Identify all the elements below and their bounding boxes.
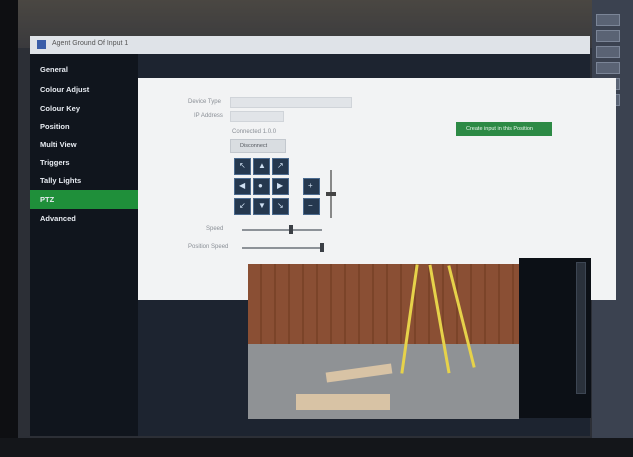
create-input-label: Create input in this Position — [466, 126, 533, 132]
panel-button[interactable] — [596, 30, 620, 42]
arrow-up-right-icon: ↗ — [277, 161, 284, 170]
arrow-down-left-icon: ↙ — [239, 201, 246, 210]
zoom-out-icon: − — [308, 201, 313, 210]
sidebar-item-label: Position — [40, 122, 70, 131]
create-input-button[interactable]: Create input in this Position — [456, 122, 552, 136]
zoom-out-button[interactable]: − — [303, 198, 320, 215]
device-type-field[interactable] — [230, 97, 352, 108]
camera-preview — [248, 264, 519, 419]
pan-down-button[interactable]: ▼ — [253, 198, 270, 215]
window-titlebar: Agent Ground Of Input 1 — [30, 36, 590, 54]
arrow-up-icon: ▲ — [258, 161, 266, 170]
monitor-bottom-bezel — [0, 438, 633, 457]
arrow-down-icon: ▼ — [258, 201, 266, 210]
home-button[interactable]: ● — [253, 178, 270, 195]
sidebar-item-label: Multi View — [40, 140, 77, 149]
sidebar-item-colour-key[interactable]: Colour Key — [30, 99, 138, 118]
preview-scrollbar[interactable] — [576, 262, 586, 394]
sidebar-item-advanced[interactable]: Advanced — [30, 209, 138, 228]
speed-slider-handle[interactable] — [289, 225, 293, 234]
arrow-down-right-icon: ↘ — [277, 201, 284, 210]
device-type-label: Device Type — [188, 99, 221, 105]
pan-right-button[interactable]: ▶ — [272, 178, 289, 195]
cardboard-box — [296, 394, 390, 410]
panel-button[interactable] — [596, 14, 620, 26]
sidebar-item-label: Colour Adjust — [40, 85, 90, 94]
position-speed-slider[interactable] — [242, 247, 322, 249]
sidebar-item-label: Colour Key — [40, 104, 81, 113]
zoom-slider-handle[interactable] — [326, 192, 336, 196]
sidebar-item-label: PTZ — [40, 195, 55, 204]
arrow-up-left-icon: ↖ — [239, 161, 246, 170]
speed-slider[interactable] — [242, 229, 322, 231]
home-icon: ● — [258, 181, 263, 190]
disconnect-button[interactable]: Disconnect — [230, 139, 286, 153]
position-speed-label: Position Speed — [188, 244, 229, 250]
speed-label: Speed — [206, 226, 224, 232]
sidebar-item-general[interactable]: General — [30, 60, 138, 79]
pan-up-right-button[interactable]: ↗ — [272, 158, 289, 175]
sidebar-item-triggers[interactable]: Triggers — [30, 153, 138, 172]
connection-status: Connected 1.0.0 — [232, 129, 277, 135]
sidebar-item-multi-view[interactable]: Multi View — [30, 135, 138, 154]
sidebar-item-position[interactable]: Position — [30, 117, 138, 136]
pan-down-left-button[interactable]: ↙ — [234, 198, 251, 215]
sidebar-item-label: General — [40, 65, 68, 74]
zoom-in-button[interactable]: + — [303, 178, 320, 195]
monitor-bezel — [0, 0, 18, 457]
sidebar-item-label: Triggers — [40, 158, 70, 167]
window-title: Agent Ground Of Input 1 — [52, 40, 129, 47]
panel-button[interactable] — [596, 62, 620, 74]
pan-up-left-button[interactable]: ↖ — [234, 158, 251, 175]
position-speed-slider-handle[interactable] — [320, 243, 324, 252]
ip-address-field[interactable] — [230, 111, 284, 122]
arrow-left-icon: ◀ — [239, 181, 246, 190]
pan-left-button[interactable]: ◀ — [234, 178, 251, 195]
app-logo-icon — [37, 40, 46, 49]
ip-address-label: IP Address — [194, 113, 223, 119]
panel-button[interactable] — [596, 46, 620, 58]
pan-up-button[interactable]: ▲ — [253, 158, 270, 175]
disconnect-label: Disconnect — [240, 143, 268, 149]
sidebar-item-label: Tally Lights — [40, 176, 82, 185]
sidebar-item-ptz[interactable]: PTZ — [30, 190, 138, 209]
sidebar-item-label: Advanced — [40, 214, 76, 223]
preview-wall — [248, 264, 519, 344]
settings-sidebar: General Colour Adjust Colour Key Positio… — [30, 54, 138, 436]
sidebar-item-tally-lights[interactable]: Tally Lights — [30, 171, 138, 190]
sidebar-item-colour-adjust[interactable]: Colour Adjust — [30, 80, 138, 99]
zoom-in-icon: + — [308, 181, 313, 190]
pan-down-right-button[interactable]: ↘ — [272, 198, 289, 215]
arrow-right-icon: ▶ — [277, 181, 284, 190]
